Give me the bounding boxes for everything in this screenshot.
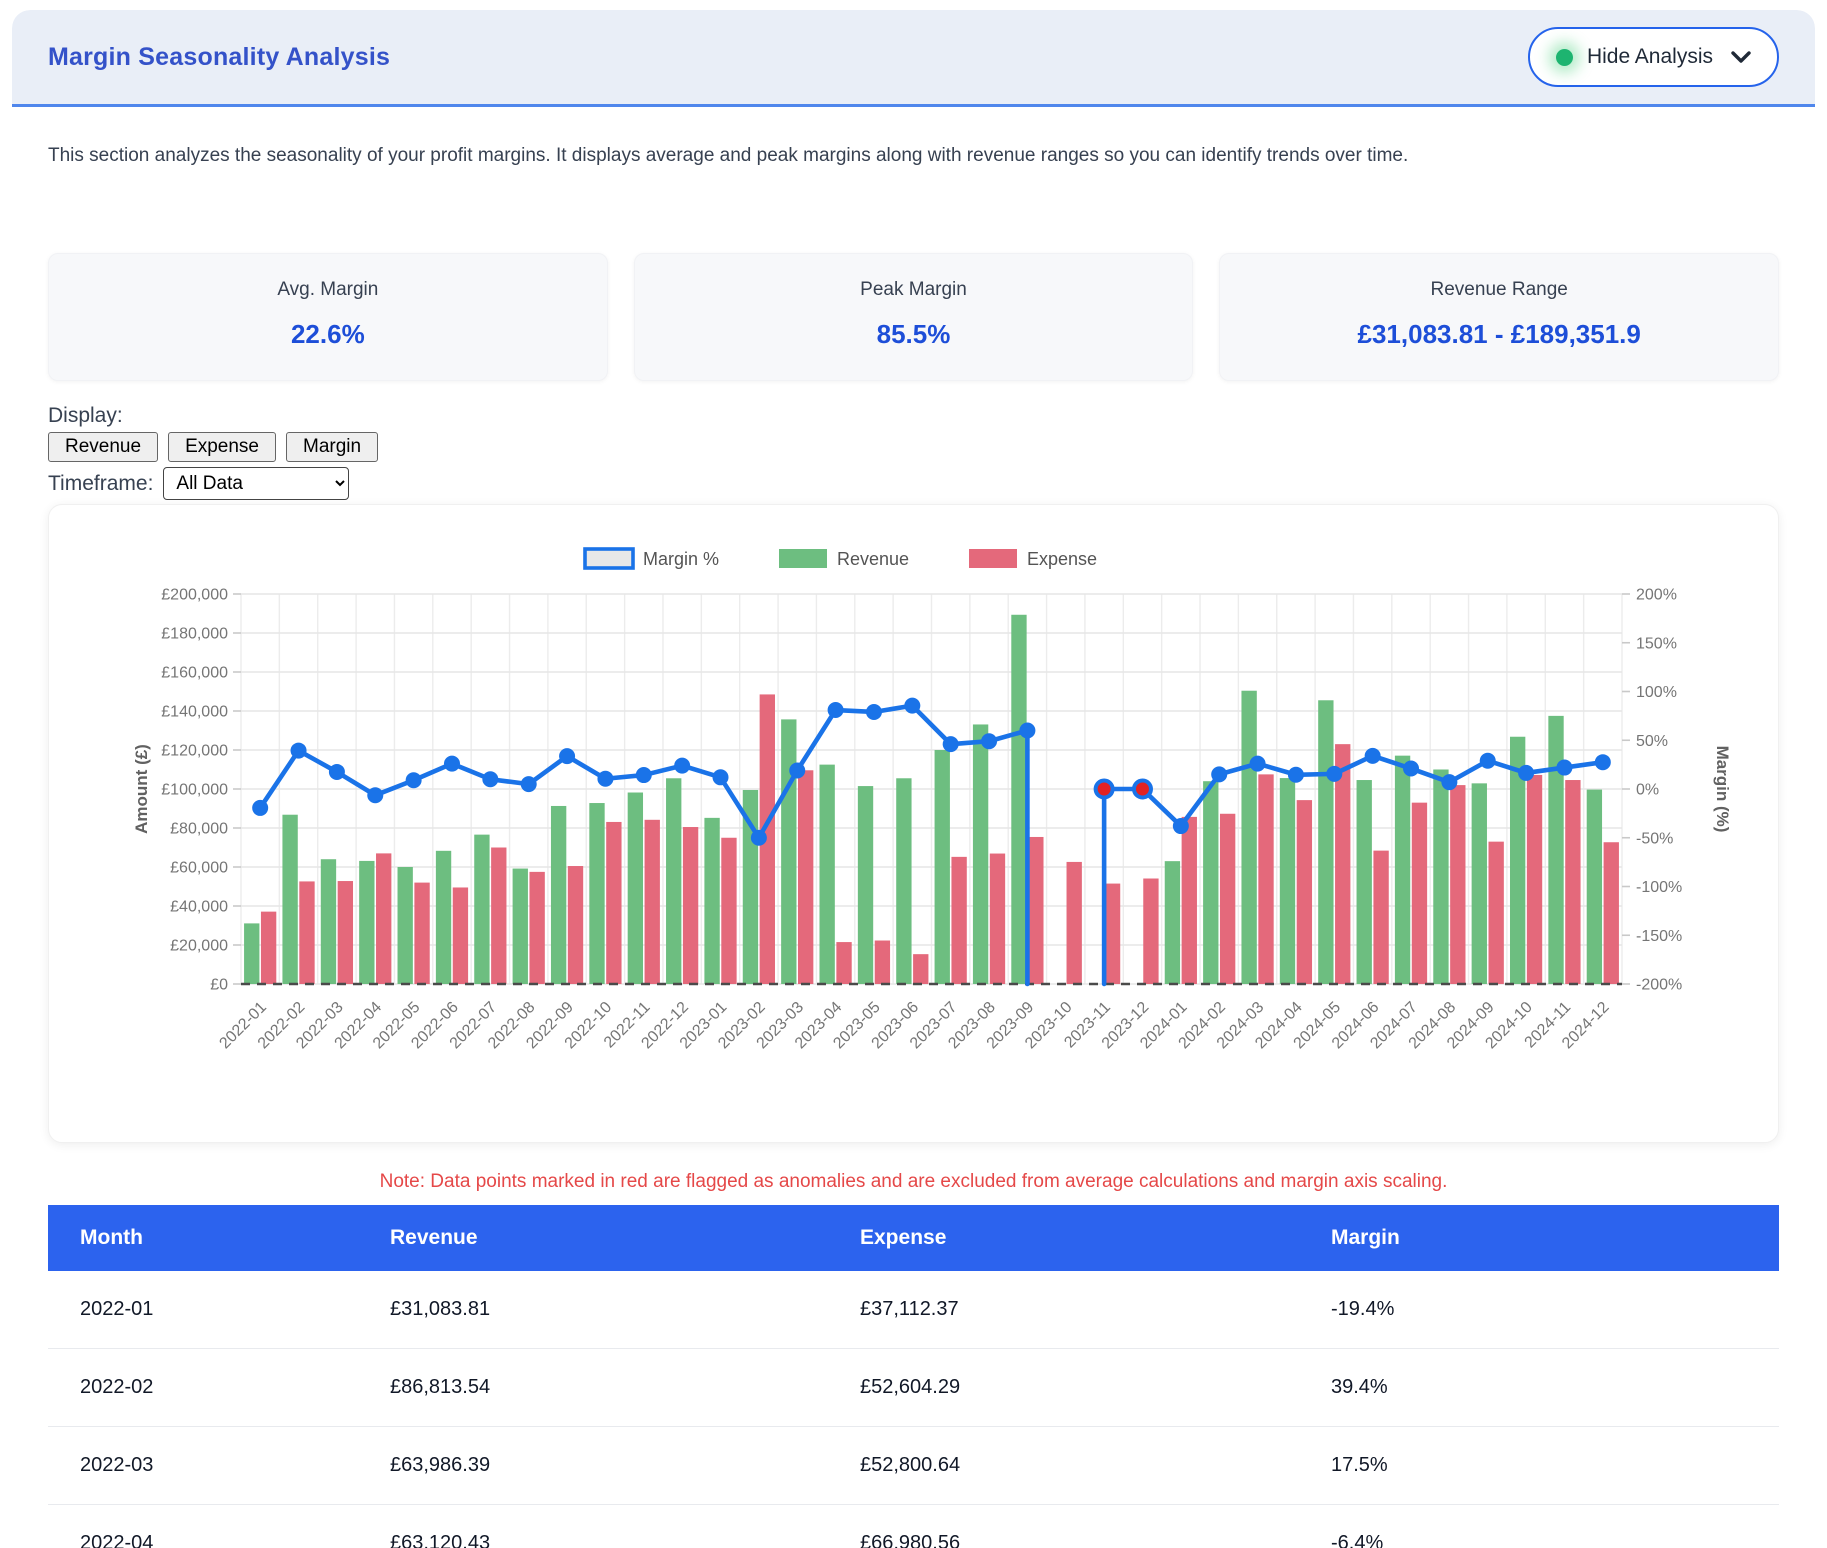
table-row: 2022-01£31,083.81£37,112.37-19.4% (48, 1271, 1779, 1349)
svg-text:£40,000: £40,000 (170, 899, 228, 916)
svg-text:£20,000: £20,000 (170, 938, 228, 955)
table-cell: £52,604.29 (860, 1349, 1331, 1427)
table-cell: £86,813.54 (390, 1349, 860, 1427)
table-cell: £63,986.39 (390, 1427, 860, 1505)
svg-text:£120,000: £120,000 (161, 743, 228, 760)
table-cell: £37,112.37 (860, 1271, 1331, 1349)
display-button-margin[interactable]: Margin (286, 432, 378, 462)
display-label: Display: (48, 404, 1779, 428)
monthly-data-table: MonthRevenueExpenseMargin 2022-01£31,083… (48, 1205, 1779, 1548)
col-header-month: Month (48, 1205, 390, 1271)
table-cell: 2022-02 (48, 1349, 390, 1427)
svg-text:0%: 0% (1636, 782, 1659, 799)
svg-text:-100%: -100% (1636, 879, 1682, 896)
stat-card-revenue-range: Revenue Range £31,083.81 - £189,351.9 (1219, 253, 1779, 381)
table-cell: £63,120.43 (390, 1505, 860, 1548)
chevron-down-icon (1731, 45, 1751, 69)
margin-seasonality-chart: £0 £20,000 £40,000 £60,000 £80,000 £100,000 £1… (67, 527, 1757, 1127)
table-header-row: MonthRevenueExpenseMargin (48, 1205, 1779, 1271)
table-cell: -19.4% (1331, 1271, 1779, 1349)
col-header-revenue: Revenue (390, 1205, 860, 1271)
svg-text:200%: 200% (1636, 587, 1677, 604)
svg-text:Amount (£): Amount (£) (132, 744, 151, 834)
chart-card: £0 £20,000 £40,000 £60,000 £80,000 £100,000 £1… (48, 504, 1779, 1143)
svg-text:Expense: Expense (1027, 549, 1097, 569)
table-cell: -6.4% (1331, 1505, 1779, 1548)
svg-text:150%: 150% (1636, 635, 1677, 652)
svg-text:£160,000: £160,000 (161, 665, 228, 682)
display-button-expense[interactable]: Expense (168, 432, 276, 462)
display-button-revenue[interactable]: Revenue (48, 432, 158, 462)
table-row: 2022-02£86,813.54£52,604.2939.4% (48, 1349, 1779, 1427)
timeframe-row: Timeframe: All Data (48, 467, 1779, 500)
svg-text:100%: 100% (1636, 684, 1677, 701)
svg-text:Margin %: Margin % (643, 549, 719, 569)
table-cell: £52,800.64 (860, 1427, 1331, 1505)
anomaly-note: Note: Data points marked in red are flag… (48, 1171, 1779, 1193)
panel-body: This section analyzes the seasonality of… (12, 145, 1815, 1548)
page-title: Margin Seasonality Analysis (48, 43, 390, 72)
stat-cards: Avg. Margin 22.6% Peak Margin 85.5% Revenue … (48, 253, 1779, 381)
table-row: 2022-03£63,986.39£52,800.6417.5% (48, 1427, 1779, 1505)
table-cell: 17.5% (1331, 1427, 1779, 1505)
svg-text:50%: 50% (1636, 733, 1668, 750)
table-cell: £66,980.56 (860, 1505, 1331, 1548)
svg-text:-200%: -200% (1636, 977, 1682, 994)
timeframe-label: Timeframe: (48, 472, 153, 496)
stat-label: Avg. Margin (59, 279, 597, 301)
svg-text:£0: £0 (210, 977, 228, 994)
status-dot-icon (1556, 49, 1573, 66)
table-cell: 2022-03 (48, 1427, 390, 1505)
display-buttons: Revenue Expense Margin (48, 432, 1779, 462)
stat-value: 85.5% (645, 319, 1183, 350)
svg-text:-150%: -150% (1636, 928, 1682, 945)
table-body: 2022-01£31,083.81£37,112.37-19.4%2022-02… (48, 1271, 1779, 1548)
svg-text:£100,000: £100,000 (161, 782, 228, 799)
svg-text:£140,000: £140,000 (161, 704, 228, 721)
col-header-expense: Expense (860, 1205, 1331, 1271)
stat-value: £31,083.81 - £189,351.9 (1230, 319, 1768, 350)
svg-text:£60,000: £60,000 (170, 860, 228, 877)
margin-seasonality-panel: Margin Seasonality Analysis Hide Analysi… (12, 10, 1815, 1548)
svg-text:Margin (%): Margin (%) (1713, 746, 1732, 833)
stat-card-avg-margin: Avg. Margin 22.6% (48, 253, 608, 381)
stat-label: Peak Margin (645, 279, 1183, 301)
svg-text:£80,000: £80,000 (170, 821, 228, 838)
hide-analysis-label: Hide Analysis (1587, 45, 1713, 69)
table-cell: 39.4% (1331, 1349, 1779, 1427)
stat-value: 22.6% (59, 319, 597, 350)
svg-text:£180,000: £180,000 (161, 626, 228, 643)
panel-header: Margin Seasonality Analysis Hide Analysi… (12, 10, 1815, 107)
hide-analysis-button[interactable]: Hide Analysis (1528, 27, 1779, 87)
stat-card-peak-margin: Peak Margin 85.5% (634, 253, 1194, 381)
table-cell: 2022-04 (48, 1505, 390, 1548)
svg-text:-50%: -50% (1636, 830, 1673, 847)
stat-label: Revenue Range (1230, 279, 1768, 301)
col-header-margin: Margin (1331, 1205, 1779, 1271)
table-cell: 2022-01 (48, 1271, 390, 1349)
timeframe-select[interactable]: All Data (163, 467, 349, 500)
svg-text:£200,000: £200,000 (161, 587, 228, 604)
svg-text:Revenue: Revenue (837, 549, 909, 569)
table-row: 2022-04£63,120.43£66,980.56-6.4% (48, 1505, 1779, 1548)
table-cell: £31,083.81 (390, 1271, 860, 1349)
section-description: This section analyzes the seasonality of… (48, 145, 1779, 167)
